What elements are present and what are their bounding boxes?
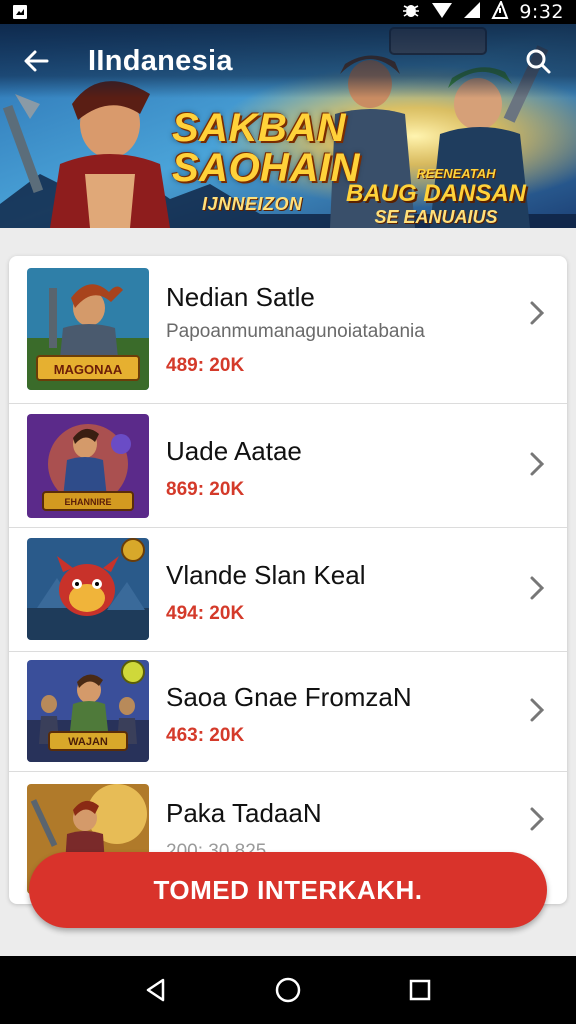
bug-icon bbox=[401, 1, 421, 24]
thumb-label: EHANNIRE bbox=[64, 497, 111, 507]
chevron-right-icon bbox=[530, 807, 545, 831]
chevron-right-icon bbox=[530, 301, 545, 325]
thumb-label: WAJAN bbox=[68, 736, 108, 748]
banner-right-big: BAUG DANSAN bbox=[346, 180, 526, 207]
nav-back-button[interactable] bbox=[136, 970, 176, 1010]
game-meta: 463: 20K bbox=[166, 725, 245, 746]
circle-home-icon bbox=[275, 977, 301, 1003]
game-thumbnail: WAJAN bbox=[27, 660, 149, 762]
thumb-label: MAGONAA bbox=[54, 362, 123, 377]
status-bar: 9:32 bbox=[0, 0, 576, 24]
game-name: Vlande Slan Keal bbox=[166, 560, 366, 590]
list-item[interactable]: MAGONAA Nedian Satle Papoanmumanagunoiat… bbox=[9, 256, 567, 404]
primary-action-button[interactable]: TOMED INTERKAKH. bbox=[29, 852, 547, 928]
back-button[interactable] bbox=[18, 43, 54, 79]
wifi-icon bbox=[431, 1, 453, 24]
list-item[interactable]: Vlande Slan Keal 494: 20K bbox=[9, 528, 567, 652]
game-list: MAGONAA Nedian Satle Papoanmumanagunoiat… bbox=[9, 256, 567, 904]
game-meta: 489: 20K bbox=[166, 355, 245, 376]
system-nav-bar bbox=[0, 956, 576, 1024]
game-name: Saoa Gnae FromzaN bbox=[166, 682, 412, 712]
game-meta: 869: 20K bbox=[166, 479, 245, 500]
banner-title-line1: SAKBAN bbox=[172, 106, 347, 150]
page-title: IIndanesia bbox=[88, 44, 233, 77]
triangle-back-icon bbox=[146, 978, 165, 1002]
game-name: Paka TadaaN bbox=[166, 798, 322, 828]
chevron-right-icon bbox=[530, 576, 545, 600]
game-thumbnail: MAGONAA bbox=[27, 268, 149, 390]
game-name: Uade Aatae bbox=[166, 436, 302, 466]
nav-recents-button[interactable] bbox=[400, 970, 440, 1010]
banner-title-line2: SAOHAIN bbox=[172, 146, 360, 190]
square-recents-icon bbox=[409, 979, 431, 1001]
banner-right-small: REENEATAH bbox=[416, 166, 496, 181]
signal-icon bbox=[463, 1, 481, 24]
banner-right-mid: SE EANUAIUS bbox=[374, 207, 498, 227]
list-item[interactable]: WAJAN Saoa Gnae FromzaN 463: 20K bbox=[9, 652, 567, 772]
battery-icon bbox=[491, 0, 509, 24]
banner-subtitle: IJNNEIZON bbox=[202, 194, 303, 214]
game-thumbnail bbox=[27, 538, 149, 640]
search-icon bbox=[526, 49, 551, 74]
game-thumbnail: EHANNIRE bbox=[27, 414, 149, 518]
list-item[interactable]: EHANNIRE Uade Aatae 869: 20K bbox=[9, 404, 567, 528]
header-banner: IIndanesia SAKBAN SAOHAIN IJNNEIZON REEN… bbox=[0, 24, 576, 228]
search-button[interactable] bbox=[518, 41, 558, 81]
notification-icon bbox=[12, 5, 32, 19]
game-meta: 494: 20K bbox=[166, 603, 245, 624]
status-time: 9:32 bbox=[519, 1, 564, 23]
app-bar: IIndanesia bbox=[0, 24, 576, 98]
game-description: Papoanmumanagunoiatabania bbox=[166, 321, 425, 342]
chevron-right-icon bbox=[530, 698, 545, 722]
nav-home-button[interactable] bbox=[268, 970, 308, 1010]
banner-right-text: REENEATAH BAUG DANSAN SE EANUAIUS bbox=[346, 166, 526, 228]
arrow-left-icon bbox=[24, 50, 49, 72]
chevron-right-icon bbox=[530, 452, 545, 476]
banner-title: SAKBAN SAOHAIN bbox=[172, 108, 360, 188]
game-name: Nedian Satle bbox=[166, 282, 315, 312]
